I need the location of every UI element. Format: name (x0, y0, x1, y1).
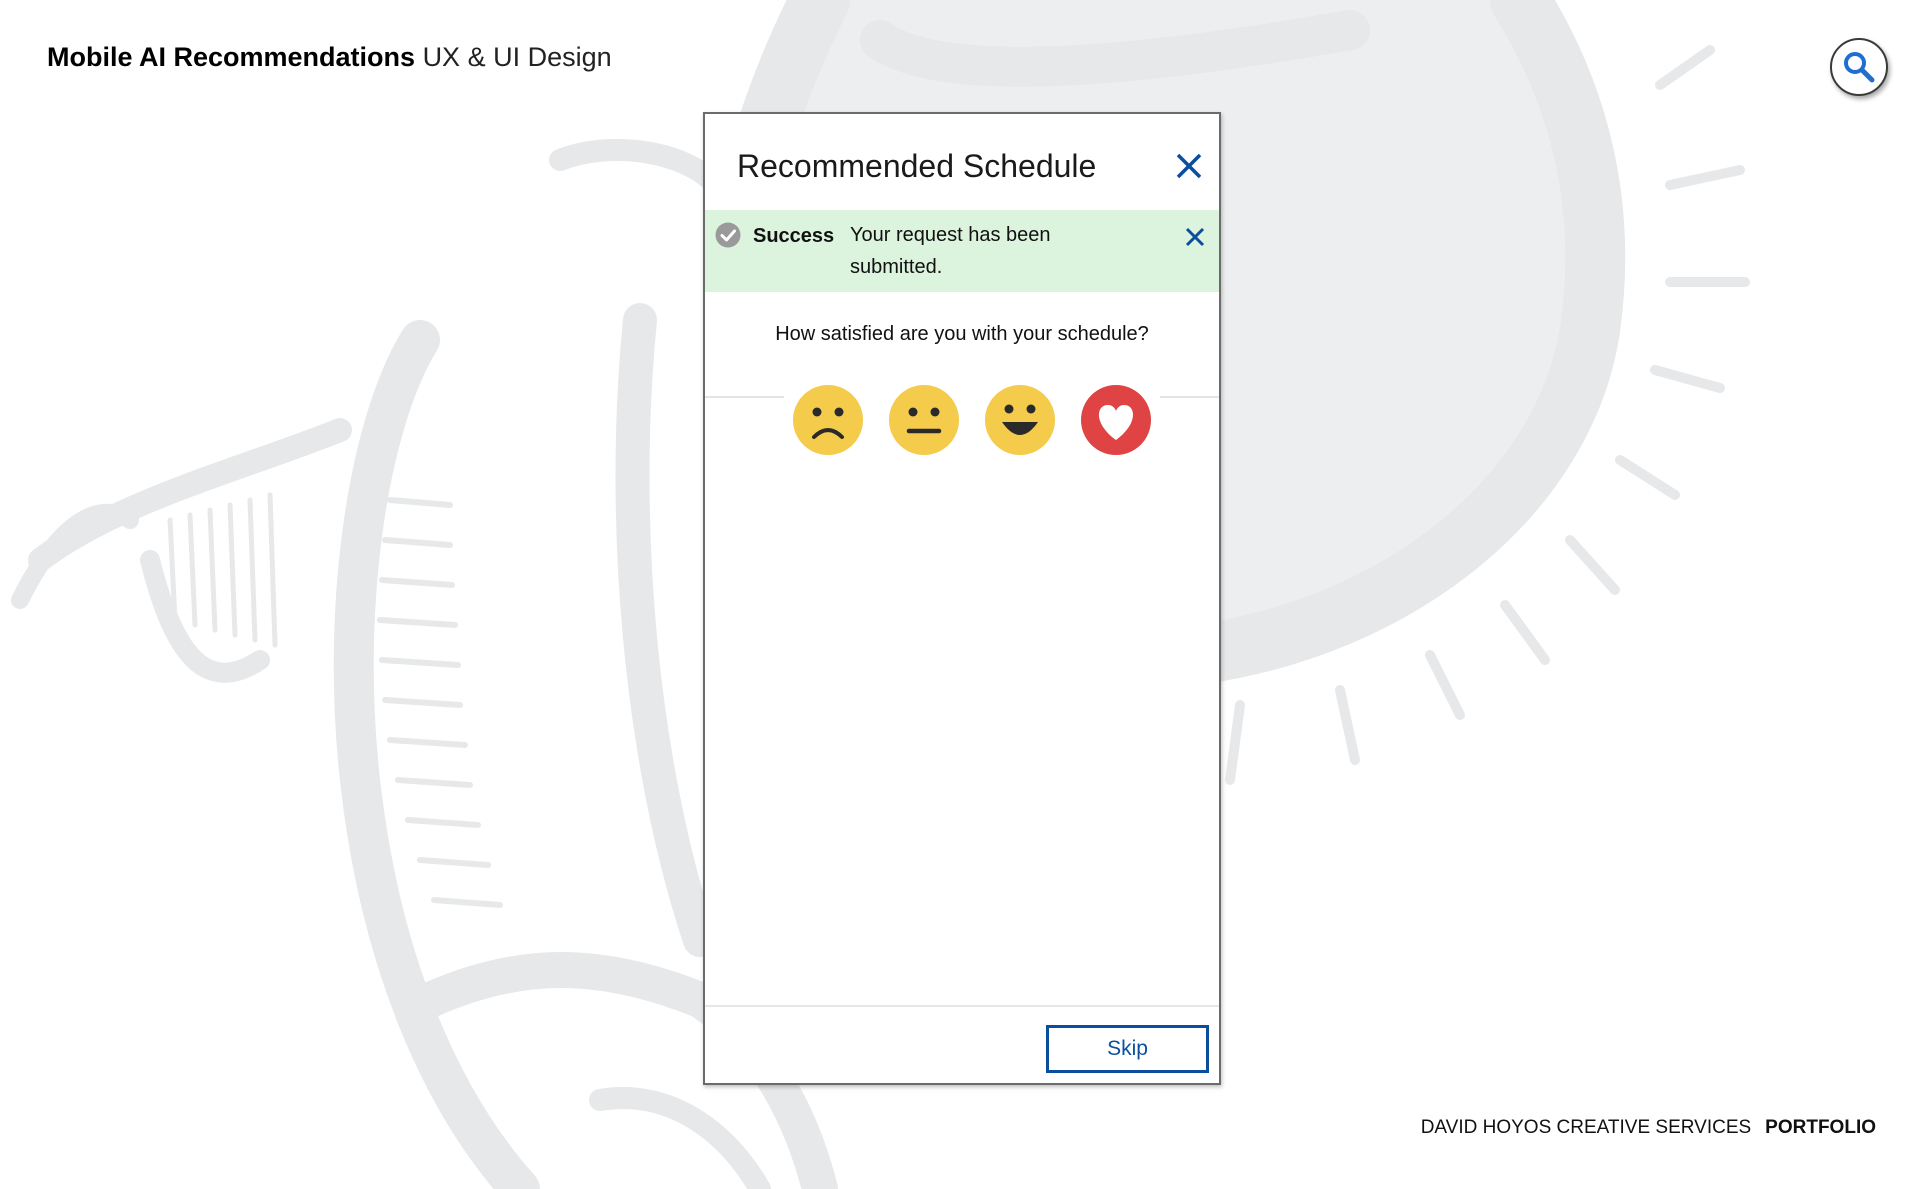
check-circle-icon (715, 222, 741, 248)
modal-title: Recommended Schedule (737, 148, 1097, 184)
portfolio-credit: DAVID HOYOS CREATIVE SERVICES PORTFOLIO (1421, 1117, 1876, 1139)
alert-label: Success (753, 225, 835, 247)
credit-name: DAVID HOYOS CREATIVE SERVICES (1420, 1117, 1752, 1138)
modal-footer-divider (705, 1005, 1219, 1007)
page-title-project: Mobile AI Recommendations (47, 42, 416, 72)
sad-face-icon[interactable] (792, 384, 864, 456)
search-button[interactable] (1830, 38, 1888, 96)
skip-button[interactable]: Skip (1046, 1025, 1209, 1073)
search-icon (1844, 52, 1875, 83)
close-icon[interactable] (1171, 148, 1207, 184)
success-alert: Success Your request has been submitted. (705, 210, 1219, 292)
recommended-schedule-modal: Recommended Schedule Success Your reques… (703, 112, 1221, 1085)
rating-options (784, 384, 1160, 456)
page-title: Mobile AI Recommendations UX & UI Design (47, 42, 612, 73)
close-icon[interactable] (1182, 224, 1208, 250)
page-title-discipline: UX & UI Design (422, 42, 612, 72)
happy-face-icon[interactable] (984, 384, 1056, 456)
heart-icon[interactable] (1080, 384, 1152, 456)
neutral-face-icon[interactable] (888, 384, 960, 456)
portfolio-label: PORTFOLIO (1765, 1117, 1876, 1138)
satisfaction-question: How satisfied are you with your schedule… (775, 323, 1149, 345)
alert-message: Your request has been submitted. (850, 224, 1051, 278)
